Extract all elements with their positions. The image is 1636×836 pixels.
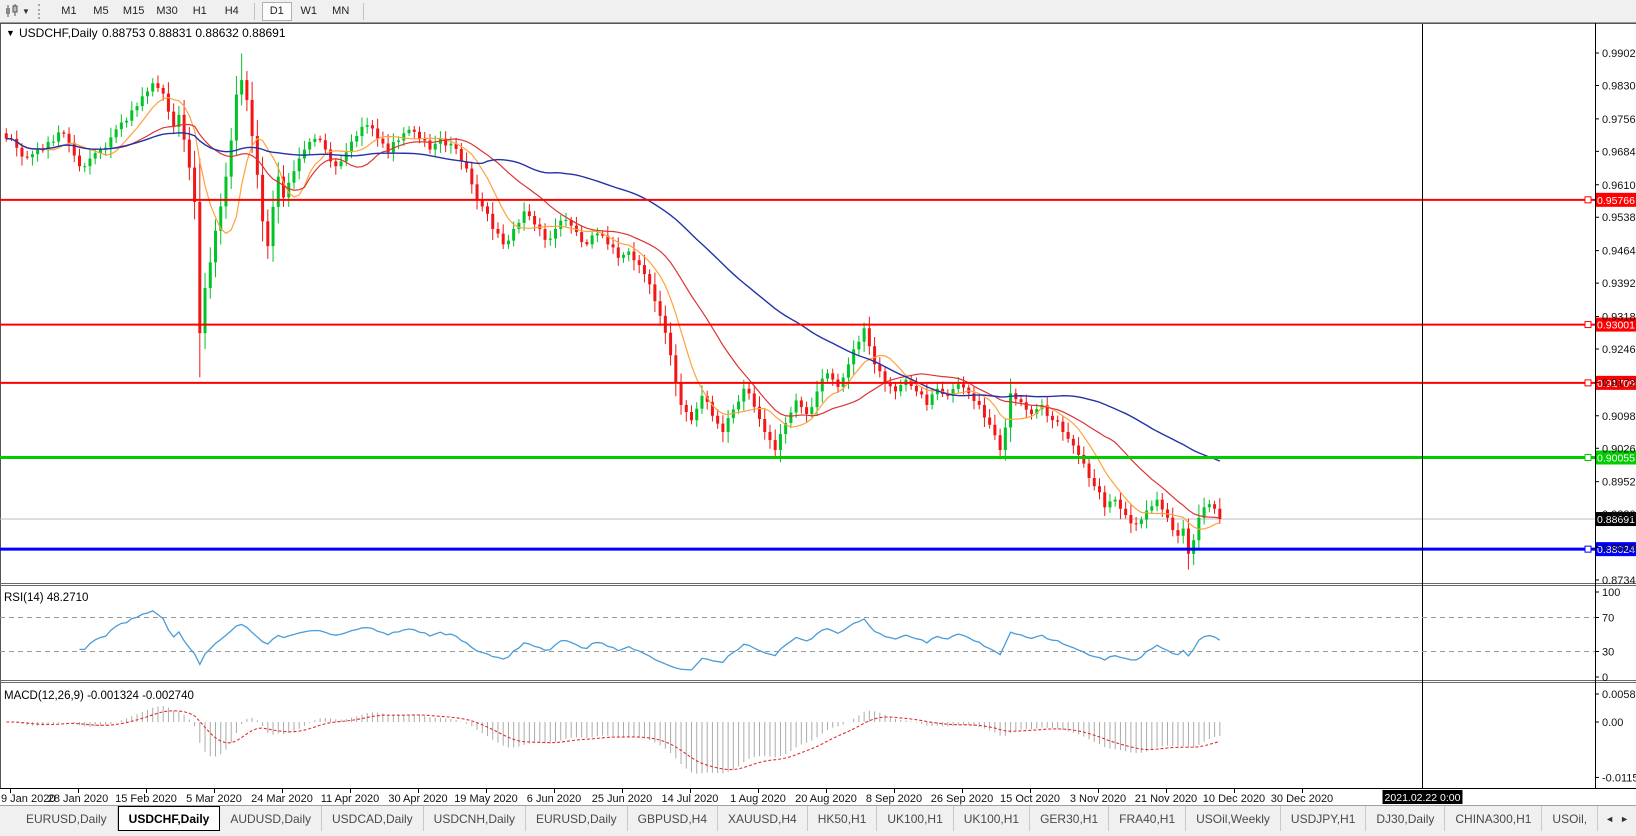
rsi-axis-tick: 30 [1602, 647, 1614, 659]
level-price-label-text: 0.95766 [1597, 195, 1635, 207]
time-axis-label: 10 Dec 2020 [1203, 793, 1265, 805]
rsi-axis-tick: 100 [1602, 587, 1620, 599]
chart-tab-dj30-daily[interactable]: DJ30,Daily [1366, 806, 1445, 831]
time-axis-label: 8 Sep 2020 [866, 793, 922, 805]
time-axis-label: 11 Apr 2020 [321, 793, 380, 805]
chart-tab-uk100-h1[interactable]: UK100,H1 [954, 806, 1030, 831]
symbol-tab-bar: EURUSD,DailyUSDCHF,DailyAUDUSD,DailyUSDC… [0, 805, 1636, 831]
price-axis-tick: 0.99020 [1602, 48, 1636, 60]
timeframe-button-m15[interactable]: M15 [118, 2, 149, 21]
toolbar-grip-handle[interactable] [38, 4, 45, 19]
timeframe-button-mn[interactable]: MN [326, 2, 356, 21]
timeframe-toolbar: ▼ M1M5M15M30H1H4 D1W1MN [0, 0, 1636, 23]
price-axis-tick: 0.93920 [1602, 278, 1636, 290]
timeframe-button-h1[interactable]: H1 [185, 2, 215, 21]
level-line-anchor[interactable] [1585, 454, 1591, 460]
price-axis-tick: 0.91720 [1602, 377, 1636, 389]
timeframe-buttons: M1M5M15M30H1H4 D1W1MN [53, 0, 370, 23]
chart-type-dropdown-icon[interactable]: ▼ [22, 7, 30, 16]
price-axis-tick: 0.98300 [1602, 80, 1636, 92]
chart-canvas[interactable]: 0.957660.930010.917090.900550.880240.886… [0, 23, 1636, 805]
chart-collapse-icon[interactable]: ▼ [6, 28, 15, 38]
chart-tab-hk50-h1[interactable]: HK50,H1 [808, 806, 878, 831]
macd-axis-tick: 0.005818 [1602, 689, 1636, 701]
time-axis-label: 1 Aug 2020 [730, 793, 786, 805]
timeframe-button-m30[interactable]: M30 [151, 2, 182, 21]
timeframe-button-h4[interactable]: H4 [217, 2, 247, 21]
time-axis-label: 30 Dec 2020 [1271, 793, 1333, 805]
price-axis-tick: 0.88060 [1602, 543, 1636, 555]
timeframe-button-m5[interactable]: M5 [86, 2, 116, 21]
price-axis-tick: 0.88800 [1602, 509, 1636, 521]
tab-scroll-left-icon[interactable]: ◄ [1605, 814, 1614, 824]
chart-tab-usdchf-daily[interactable]: USDCHF,Daily [118, 806, 221, 831]
chart-tab-usdcad-daily[interactable]: USDCAD,Daily [322, 806, 424, 831]
price-axis-tick: 0.92460 [1602, 344, 1636, 356]
chart-tab-eurusd-daily[interactable]: EURUSD,Daily [526, 806, 628, 831]
price-axis-tick: 0.95380 [1602, 212, 1636, 224]
price-axis-tick: 0.96840 [1602, 146, 1636, 158]
tab-scroll-right-icon[interactable]: ► [1620, 814, 1629, 824]
rsi-axis-tick: 0 [1602, 672, 1608, 684]
macd-axis-tick: 0.00 [1602, 717, 1623, 729]
time-axis-label: 28 Jan 2020 [48, 793, 109, 805]
chart-tab-usoil[interactable]: USOil, [1542, 806, 1598, 831]
time-axis-label: 5 Mar 2020 [186, 793, 242, 805]
rsi-indicator-label: RSI(14) 48.2710 [4, 592, 88, 604]
price-axis-tick: 0.90260 [1602, 443, 1636, 455]
toolbar-separator [363, 3, 364, 20]
chart-tab-usdjpy-h1[interactable]: USDJPY,H1 [1281, 806, 1366, 831]
time-axis-label: 15 Feb 2020 [115, 793, 177, 805]
chart-tab-china300-h1[interactable]: CHINA300,H1 [1445, 806, 1542, 831]
time-axis-label: 6 Jun 2020 [527, 793, 581, 805]
time-axis-label: 24 Mar 2020 [251, 793, 313, 805]
event-date-label-text: 2021.02.22 0:00 [1385, 792, 1461, 804]
macd-indicator-label: MACD(12,26,9) -0.001324 -0.002740 [4, 690, 194, 702]
chart-tab-fra40-h1[interactable]: FRA40,H1 [1109, 806, 1186, 831]
trading-terminal: ▼ M1M5M15M30H1H4D1W1MN 0.957660.930010.9… [0, 0, 1636, 836]
chart-tab-usoil-weekly[interactable]: USOil,Weekly [1186, 806, 1281, 831]
level-line-anchor[interactable] [1585, 197, 1591, 203]
price-axis-tick: 0.96100 [1602, 180, 1636, 192]
price-axis-tick: 0.87340 [1602, 575, 1636, 587]
level-line-anchor[interactable] [1585, 380, 1591, 386]
timeframe-button-d1[interactable]: D1 [262, 2, 292, 21]
macd-axis-tick: -0.011514 [1602, 772, 1636, 784]
time-axis-label: 26 Sep 2020 [931, 793, 993, 805]
price-axis-tick: 0.90980 [1602, 411, 1636, 423]
chart-tab-uk100-h1[interactable]: UK100,H1 [877, 806, 953, 831]
chart-tab-usdcnh-daily[interactable]: USDCNH,Daily [424, 806, 526, 831]
chart-type-icon[interactable] [4, 3, 22, 19]
price-axis-tick: 0.94640 [1602, 246, 1636, 258]
chart-title-symbol: USDCHF,Daily [19, 26, 98, 40]
price-axis-tick: 0.93180 [1602, 312, 1636, 324]
time-axis-label: 3 Nov 2020 [1070, 793, 1126, 805]
level-line-anchor[interactable] [1585, 322, 1591, 328]
chart-background [0, 23, 1636, 805]
price-axis-tick: 0.89520 [1602, 477, 1636, 489]
level-line-anchor[interactable] [1585, 546, 1591, 552]
time-axis-label: 19 May 2020 [454, 793, 518, 805]
chart-tab-xauusd-h4[interactable]: XAUUSD,H4 [718, 806, 808, 831]
chart-tab-audusd-daily[interactable]: AUDUSD,Daily [220, 806, 322, 831]
rsi-axis-tick: 70 [1602, 613, 1614, 625]
time-axis-label: 25 Jun 2020 [592, 793, 653, 805]
time-axis-label: 14 Jul 2020 [662, 793, 719, 805]
tab-scroll-arrows: ◄► [1598, 806, 1636, 831]
timeframe-button-w1[interactable]: W1 [294, 2, 324, 21]
timeframe-button-m1[interactable]: M1 [54, 2, 84, 21]
toolbar-separator [254, 3, 255, 20]
chart-tab-ger30-h1[interactable]: GER30,H1 [1030, 806, 1109, 831]
time-axis-label: 15 Oct 2020 [1000, 793, 1060, 805]
price-axis-tick: 0.97560 [1602, 114, 1636, 126]
chart-tab-gbpusd-h4[interactable]: GBPUSD,H4 [628, 806, 718, 831]
time-axis-label: 20 Aug 2020 [795, 793, 857, 805]
time-axis-label: 30 Apr 2020 [388, 793, 447, 805]
chart-title-ohlc: 0.88753 0.88831 0.88632 0.88691 [102, 26, 286, 40]
time-axis-label: 21 Nov 2020 [1135, 793, 1197, 805]
chart-tab-eurusd-daily[interactable]: EURUSD,Daily [16, 806, 118, 831]
